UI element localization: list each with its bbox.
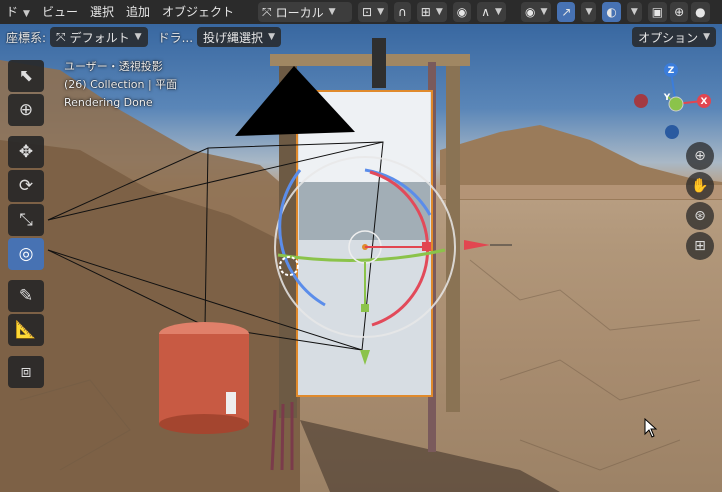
add-cube-icon: ⧈: [20, 362, 32, 382]
gizmo-y-label: Y: [663, 93, 671, 103]
gizmo-dropdown[interactable]: ▼: [581, 2, 597, 22]
zoom-icon: ⊕: [694, 148, 706, 164]
xray-icon: ▣: [651, 5, 664, 19]
wireframe-sphere-icon: ⊕: [674, 5, 685, 19]
orientation-value: デフォルト: [69, 30, 130, 45]
cursor-crosshair-icon: ⊕: [18, 100, 34, 120]
chevron-down-icon: ▼: [540, 7, 548, 17]
gizmo-z-label: Z: [668, 66, 675, 76]
add-cube-tool[interactable]: ⧈: [8, 356, 44, 388]
overlays-toggle[interactable]: ◐: [602, 2, 621, 22]
overlays-dropdown[interactable]: ▼: [626, 2, 642, 22]
view-label: ユーザー・透視投影: [64, 60, 163, 73]
hand-icon: ✋: [691, 178, 709, 194]
orientation-dropdown[interactable]: ⤧ デフォルト ▼: [50, 27, 148, 47]
3d-viewport[interactable]: ド ▼ ビュー 選択 追加 オブジェクト ⤧ ローカル ▼ ⊡ ▼ ∩ ⊞ ▼ ◉ ∧…: [0, 0, 722, 492]
orientation-icon: ⤧: [262, 4, 272, 19]
collection-label: (26) Collection | 平面: [64, 78, 178, 91]
gizmo-x-label: X: [701, 97, 708, 107]
perspective-toggle-button[interactable]: ⊞: [686, 232, 714, 260]
navigation-gizmo[interactable]: Z X Y: [628, 60, 718, 140]
viewport-header: ド ▼ ビュー 選択 追加 オブジェクト ⤧ ローカル ▼ ⊡ ▼ ∩ ⊞ ▼ ◉ ∧…: [0, 0, 722, 24]
chevron-down-icon: ▼: [134, 32, 142, 42]
options-dropdown[interactable]: オプション ▼: [632, 27, 716, 47]
chevron-down-icon: ▼: [23, 9, 30, 19]
ruler-icon: 📐: [15, 320, 37, 340]
visibility-dropdown[interactable]: ◉ ▼: [520, 2, 552, 22]
chevron-down-icon: ▼: [495, 7, 502, 17]
pivot-icon: ⊡: [362, 5, 373, 19]
grid-icon: ⊞: [694, 238, 706, 254]
chevron-down-icon: ▼: [328, 7, 336, 17]
pivot-point-dropdown[interactable]: ⊡ ▼: [358, 2, 388, 22]
shading-wireframe-button[interactable]: ⊕: [670, 2, 689, 22]
proportional-edit-icon: ◉: [456, 5, 468, 19]
move-arrows-icon: ✥: [18, 142, 34, 162]
select-box-tool[interactable]: ⬉: [8, 60, 44, 92]
snap-toggle[interactable]: ∩: [393, 2, 411, 22]
shading-solid-button[interactable]: ●: [691, 2, 710, 22]
viewport-info: ユーザー・透視投影 (26) Collection | 平面 Rendering…: [64, 58, 177, 112]
annotate-tool[interactable]: ✎: [8, 280, 44, 312]
transform-orientation-dropdown[interactable]: ⤧ ローカル ▼: [258, 2, 352, 22]
render-status: Rendering Done: [64, 96, 153, 109]
menu-object[interactable]: オブジェクト: [156, 0, 240, 24]
measure-tool[interactable]: 📐: [8, 314, 44, 346]
mouse-cursor-icon: [644, 418, 658, 438]
falloff-dropdown[interactable]: ∧ ▼: [477, 2, 506, 22]
cursor-arrow-icon: ⬉: [18, 66, 34, 86]
gizmo-icon: ↗: [561, 5, 572, 19]
snap-increment-icon: ⊞: [420, 5, 431, 19]
orientation-label: ローカル: [275, 5, 324, 20]
chevron-down-icon: ▼: [585, 7, 593, 17]
menu-select[interactable]: 選択: [84, 0, 120, 24]
transform-icon: ◎: [18, 244, 34, 264]
chevron-down-icon: ▼: [630, 7, 638, 17]
falloff-curve-icon: ∧: [481, 5, 491, 19]
pencil-icon: ✎: [18, 286, 34, 306]
tool-shelf: ⬉ ⊕ ✥ ⟳ ⤡ ◎ ✎ 📐 ⧈: [8, 60, 48, 390]
orientation-icon: ⤧: [56, 29, 66, 44]
drag-value: 投げ縄選択: [203, 30, 264, 45]
editor-type-button[interactable]: ド ▼: [0, 0, 36, 24]
transform-tool[interactable]: ◎: [8, 238, 44, 270]
snap-target-dropdown[interactable]: ⊞ ▼: [416, 2, 447, 22]
options-label: オプション: [638, 30, 699, 45]
gizmo-toggle[interactable]: ↗: [557, 2, 576, 22]
cursor-tool[interactable]: ⊕: [8, 94, 44, 126]
chevron-down-icon: ▼: [703, 32, 710, 42]
overlays-icon: ◐: [606, 5, 617, 19]
orientation-label: 座標系:: [6, 30, 47, 45]
chevron-down-icon: ▼: [268, 32, 275, 42]
menu-view[interactable]: ビュー: [36, 0, 84, 24]
proportional-edit-toggle[interactable]: ◉: [452, 2, 472, 22]
rotate-tool[interactable]: ⟳: [8, 170, 44, 202]
magnet-icon: ∩: [397, 5, 407, 19]
chevron-down-icon: ▼: [377, 7, 384, 17]
chevron-down-icon: ▼: [435, 7, 443, 17]
rotate-icon: ⟳: [18, 176, 34, 196]
scale-tool[interactable]: ⤡: [8, 204, 44, 236]
move-tool[interactable]: ✥: [8, 136, 44, 168]
pan-button[interactable]: ✋: [686, 172, 714, 200]
zoom-button[interactable]: ⊕: [686, 142, 714, 170]
camera-view-button[interactable]: ⊛: [686, 202, 714, 230]
menu-add[interactable]: 追加: [120, 0, 156, 24]
drag-dropdown[interactable]: 投げ縄選択 ▼: [197, 27, 281, 47]
solid-sphere-icon: ●: [695, 5, 706, 19]
xray-toggle[interactable]: ▣: [647, 2, 668, 22]
drag-label: ドラ...: [157, 30, 194, 45]
eye-icon: ◉: [524, 5, 536, 19]
scale-icon: ⤡: [19, 210, 33, 230]
camera-icon: ⊛: [694, 208, 706, 224]
tool-settings-bar: 座標系: ⤧ デフォルト ▼ ドラ... 投げ縄選択 ▼ オプション ▼: [0, 26, 722, 48]
